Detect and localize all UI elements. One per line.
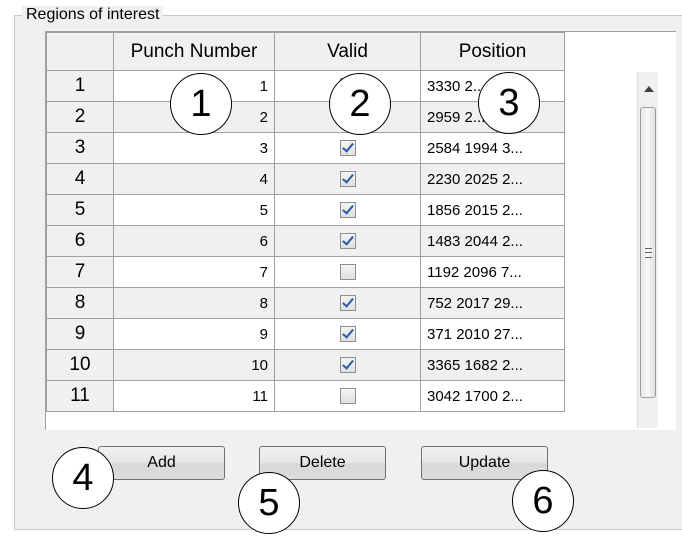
- valid-cell: [274, 225, 421, 257]
- scroll-up-arrow-icon[interactable]: [644, 86, 654, 92]
- valid-checkbox[interactable]: [339, 139, 356, 156]
- corner-header: [46, 32, 114, 71]
- punch-number-cell[interactable]: 3: [113, 132, 275, 164]
- header-position[interactable]: Position: [420, 32, 565, 71]
- valid-cell: [274, 163, 421, 195]
- table-row[interactable]: 9 9 371 2010 27...: [46, 318, 565, 350]
- grip-icon: [645, 248, 652, 258]
- valid-checkbox[interactable]: [339, 263, 356, 280]
- row-header[interactable]: 5: [46, 194, 114, 226]
- row-header[interactable]: 7: [46, 256, 114, 288]
- punch-number-cell[interactable]: 6: [113, 225, 275, 257]
- table-row[interactable]: 11 11 3042 1700 2...: [46, 380, 565, 412]
- header-punch-number[interactable]: Punch Number: [113, 32, 275, 71]
- valid-checkbox[interactable]: [339, 170, 356, 187]
- add-button[interactable]: Add: [98, 446, 225, 480]
- row-header[interactable]: 3: [46, 132, 114, 164]
- valid-checkbox[interactable]: [339, 387, 356, 404]
- valid-cell: [274, 256, 421, 288]
- valid-checkbox[interactable]: [339, 356, 356, 373]
- punch-number-cell[interactable]: 7: [113, 256, 275, 288]
- row-header[interactable]: 1: [46, 70, 114, 102]
- callout-1: 1: [170, 73, 232, 135]
- position-cell[interactable]: 1856 2015 2...: [420, 194, 565, 226]
- row-header[interactable]: 8: [46, 287, 114, 319]
- valid-checkbox[interactable]: [339, 232, 356, 249]
- callout-3: 3: [478, 72, 540, 134]
- valid-cell: [274, 132, 421, 164]
- position-cell[interactable]: 752 2017 29...: [420, 287, 565, 319]
- position-cell[interactable]: 1192 2096 7...: [420, 256, 565, 288]
- row-header[interactable]: 6: [46, 225, 114, 257]
- valid-cell: [274, 318, 421, 350]
- row-header[interactable]: 2: [46, 101, 114, 133]
- callout-4: 4: [52, 447, 114, 509]
- callout-6: 6: [512, 470, 574, 532]
- position-cell[interactable]: 371 2010 27...: [420, 318, 565, 350]
- table-header-row: Punch Number Valid Position: [46, 32, 565, 71]
- vertical-scrollbar[interactable]: [637, 72, 658, 428]
- table-row[interactable]: 6 6 1483 2044 2...: [46, 225, 565, 257]
- table-row[interactable]: 10 10 3365 1682 2...: [46, 349, 565, 381]
- valid-checkbox[interactable]: [339, 294, 356, 311]
- row-header[interactable]: 11: [46, 380, 114, 412]
- valid-cell: [274, 194, 421, 226]
- punch-number-cell[interactable]: 5: [113, 194, 275, 226]
- position-cell[interactable]: 1483 2044 2...: [420, 225, 565, 257]
- group-title: Regions of interest: [22, 6, 164, 24]
- position-cell[interactable]: 2584 1994 3...: [420, 132, 565, 164]
- valid-checkbox[interactable]: [339, 201, 356, 218]
- position-cell[interactable]: 3365 1682 2...: [420, 349, 565, 381]
- valid-checkbox[interactable]: [339, 325, 356, 342]
- header-valid[interactable]: Valid: [274, 32, 421, 71]
- row-header[interactable]: 9: [46, 318, 114, 350]
- table-row[interactable]: 7 7 1192 2096 7...: [46, 256, 565, 288]
- table-row[interactable]: 3 3 2584 1994 3...: [46, 132, 565, 164]
- punch-number-cell[interactable]: 10: [113, 349, 275, 381]
- punch-number-cell[interactable]: 9: [113, 318, 275, 350]
- position-cell[interactable]: 2230 2025 2...: [420, 163, 565, 195]
- table-row[interactable]: 4 4 2230 2025 2...: [46, 163, 565, 195]
- position-cell[interactable]: 3042 1700 2...: [420, 380, 565, 412]
- valid-cell: [274, 287, 421, 319]
- punch-number-cell[interactable]: 8: [113, 287, 275, 319]
- row-header[interactable]: 4: [46, 163, 114, 195]
- scrollbar-thumb[interactable]: [640, 107, 656, 398]
- punch-number-cell[interactable]: 4: [113, 163, 275, 195]
- callout-2: 2: [329, 73, 391, 135]
- row-header[interactable]: 10: [46, 349, 114, 381]
- valid-cell: [274, 380, 421, 412]
- punch-number-cell[interactable]: 11: [113, 380, 275, 412]
- valid-cell: [274, 349, 421, 381]
- table-row[interactable]: 8 8 752 2017 29...: [46, 287, 565, 319]
- callout-5: 5: [238, 472, 300, 534]
- table-row[interactable]: 5 5 1856 2015 2...: [46, 194, 565, 226]
